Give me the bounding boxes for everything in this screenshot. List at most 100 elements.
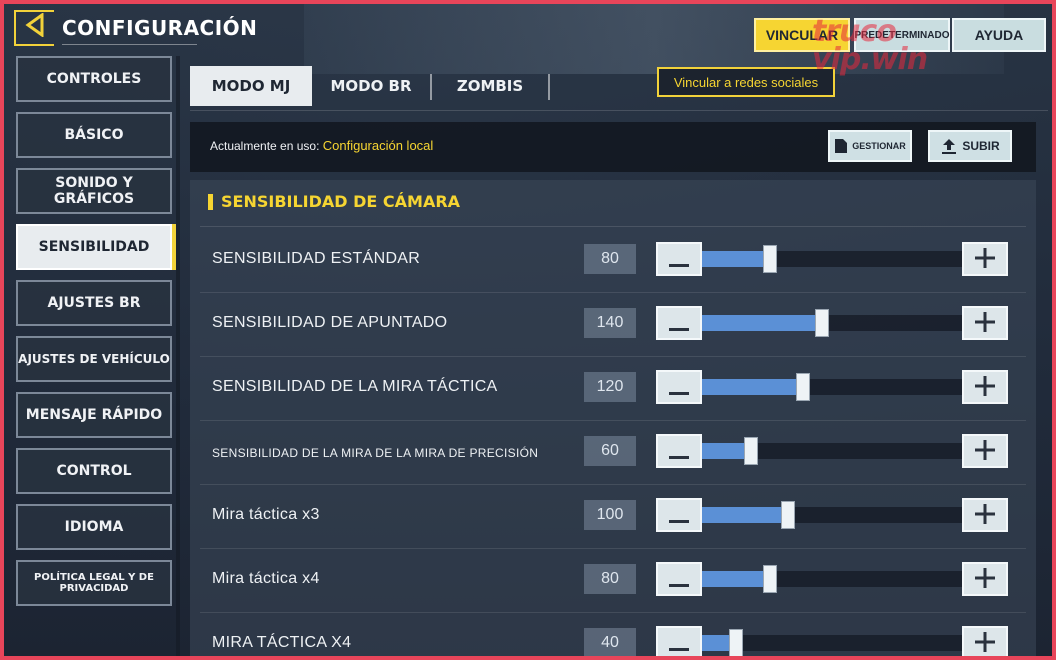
sensitivity-label: SENSIBILIDAD DE APUNTADO xyxy=(212,314,448,331)
sidebar-item-controles[interactable]: CONTROLES xyxy=(16,56,172,102)
slider-track[interactable] xyxy=(702,437,962,465)
chevron-left-icon xyxy=(24,11,46,44)
config-prefix: Actualmente en uso: xyxy=(210,139,323,153)
minus-icon xyxy=(669,438,689,464)
tab-zombis[interactable]: ZOMBIS xyxy=(432,66,548,106)
sensitivity-value[interactable]: 40 xyxy=(584,628,636,656)
decrease-button[interactable] xyxy=(656,626,702,656)
slider-handle[interactable] xyxy=(763,245,777,273)
sidebar-item-control[interactable]: CONTROL xyxy=(16,448,172,494)
slider-fill xyxy=(702,571,770,587)
upload-icon xyxy=(940,137,958,155)
tab-separator xyxy=(548,74,550,100)
plus-icon xyxy=(975,566,995,592)
sidebar-item-basico[interactable]: BÁSICO xyxy=(16,112,172,158)
section-marker xyxy=(208,193,213,210)
config-value: Configuración local xyxy=(322,138,434,153)
subir-label: SUBIR xyxy=(962,139,1000,153)
sensitivity-row: SENSIBILIDAD DE LA MIRA DE LA MIRA DE PR… xyxy=(200,420,1026,485)
section-title-text: SENSIBILIDAD DE CÁMARA xyxy=(221,192,461,211)
slider-handle[interactable] xyxy=(744,437,758,465)
slider-handle[interactable] xyxy=(763,565,777,593)
decrease-button[interactable] xyxy=(656,434,702,468)
game-settings-screen: CONFIGURACIÓN VINCULAR PREDETERMINADO AY… xyxy=(4,4,1052,656)
vincular-button[interactable]: VINCULAR xyxy=(754,18,850,52)
gestionar-label: GESTIONAR xyxy=(852,141,906,151)
sensitivity-row: SENSIBILIDAD ESTÁNDAR 80 xyxy=(200,228,1026,293)
back-button[interactable] xyxy=(14,10,54,46)
tab-modo-br[interactable]: MODO BR xyxy=(312,66,430,106)
slider-handle[interactable] xyxy=(781,501,795,529)
plus-icon xyxy=(975,246,995,272)
slider-handle[interactable] xyxy=(729,629,743,656)
slider-track[interactable] xyxy=(702,309,962,337)
mode-tabs: MODO MJ MODO BR ZOMBIS xyxy=(190,62,1048,111)
increase-button[interactable] xyxy=(962,370,1008,404)
sensitivity-value[interactable]: 100 xyxy=(584,500,636,530)
section-title: SENSIBILIDAD DE CÁMARA xyxy=(208,192,460,211)
decrease-button[interactable] xyxy=(656,498,702,532)
camera-sensitivity-section: SENSIBILIDAD DE CÁMARA SENSIBILIDAD ESTÁ… xyxy=(190,180,1036,656)
slider-track[interactable] xyxy=(702,501,962,529)
sensitivity-label: Mira táctica x4 xyxy=(212,570,320,587)
subir-button[interactable]: SUBIR xyxy=(928,130,1012,162)
decrease-button[interactable] xyxy=(656,562,702,596)
decrease-button[interactable] xyxy=(656,306,702,340)
sidebar-item-idioma[interactable]: IDIOMA xyxy=(16,504,172,550)
sensitivity-label: SENSIBILIDAD ESTÁNDAR xyxy=(212,250,421,267)
title-underline xyxy=(62,44,197,45)
sensitivity-value[interactable]: 80 xyxy=(584,564,636,594)
sensitivity-label: SENSIBILIDAD DE LA MIRA TÁCTICA xyxy=(212,378,498,395)
minus-icon xyxy=(669,310,689,336)
plus-icon xyxy=(975,374,995,400)
config-status-text: Actualmente en uso: Configuración local xyxy=(210,138,433,153)
sensitivity-value[interactable]: 80 xyxy=(584,244,636,274)
slider-track[interactable] xyxy=(702,565,962,593)
sidebar-item-sonido-graficos[interactable]: SONIDO Y GRÁFICOS xyxy=(16,168,172,214)
sidebar-item-ajustes-br[interactable]: AJUSTES BR xyxy=(16,280,172,326)
sensitivity-label: Mira táctica x3 xyxy=(212,506,320,523)
tab-modo-mj[interactable]: MODO MJ xyxy=(190,66,312,106)
plus-icon xyxy=(975,438,995,464)
increase-button[interactable] xyxy=(962,562,1008,596)
sidebar-item-sensibilidad[interactable]: SENSIBILIDAD xyxy=(16,224,172,270)
decrease-button[interactable] xyxy=(656,370,702,404)
slider-track[interactable] xyxy=(702,629,962,656)
sidebar-item-politica-legal[interactable]: POLÍTICA LEGAL Y DE PRIVACIDAD xyxy=(16,560,172,606)
sensitivity-row: SENSIBILIDAD DE APUNTADO 140 xyxy=(200,292,1026,357)
increase-button[interactable] xyxy=(962,242,1008,276)
config-status-bar: Actualmente en uso: Configuración local … xyxy=(190,122,1036,172)
ayuda-button[interactable]: AYUDA xyxy=(952,18,1046,52)
slider-fill xyxy=(702,379,803,395)
document-icon xyxy=(834,138,848,154)
slider-handle[interactable] xyxy=(796,373,810,401)
sensitivity-value[interactable]: 120 xyxy=(584,372,636,402)
sensitivity-row: SENSIBILIDAD DE LA MIRA TÁCTICA 120 xyxy=(200,356,1026,421)
sidebar-item-mensaje-rapido[interactable]: MENSAJE RÁPIDO xyxy=(16,392,172,438)
sidebar-item-ajustes-vehiculo[interactable]: AJUSTES DE VEHÍCULO xyxy=(16,336,172,382)
slider-track[interactable] xyxy=(702,245,962,273)
sensitivity-value[interactable]: 140 xyxy=(584,308,636,338)
gestionar-button[interactable]: GESTIONAR xyxy=(828,130,912,162)
slider-handle[interactable] xyxy=(815,309,829,337)
sensitivity-label: MIRA TÁCTICA X4 xyxy=(212,634,352,651)
slider-track[interactable] xyxy=(702,373,962,401)
predeterminado-button[interactable]: PREDETERMINADO xyxy=(854,18,950,52)
increase-button[interactable] xyxy=(962,626,1008,656)
sensitivity-value[interactable]: 60 xyxy=(584,436,636,466)
sensitivity-row: MIRA TÁCTICA X4 40 xyxy=(200,612,1026,656)
increase-button[interactable] xyxy=(962,434,1008,468)
increase-button[interactable] xyxy=(962,498,1008,532)
decrease-button[interactable] xyxy=(656,242,702,276)
plus-icon xyxy=(975,310,995,336)
minus-icon xyxy=(669,246,689,272)
minus-icon xyxy=(669,566,689,592)
increase-button[interactable] xyxy=(962,306,1008,340)
sensitivity-row: Mira táctica x3 100 xyxy=(200,484,1026,549)
plus-icon xyxy=(975,502,995,528)
plus-icon xyxy=(975,630,995,656)
minus-icon xyxy=(669,374,689,400)
sidebar-divider xyxy=(176,56,180,656)
minus-icon xyxy=(669,502,689,528)
slider-fill xyxy=(702,315,822,331)
